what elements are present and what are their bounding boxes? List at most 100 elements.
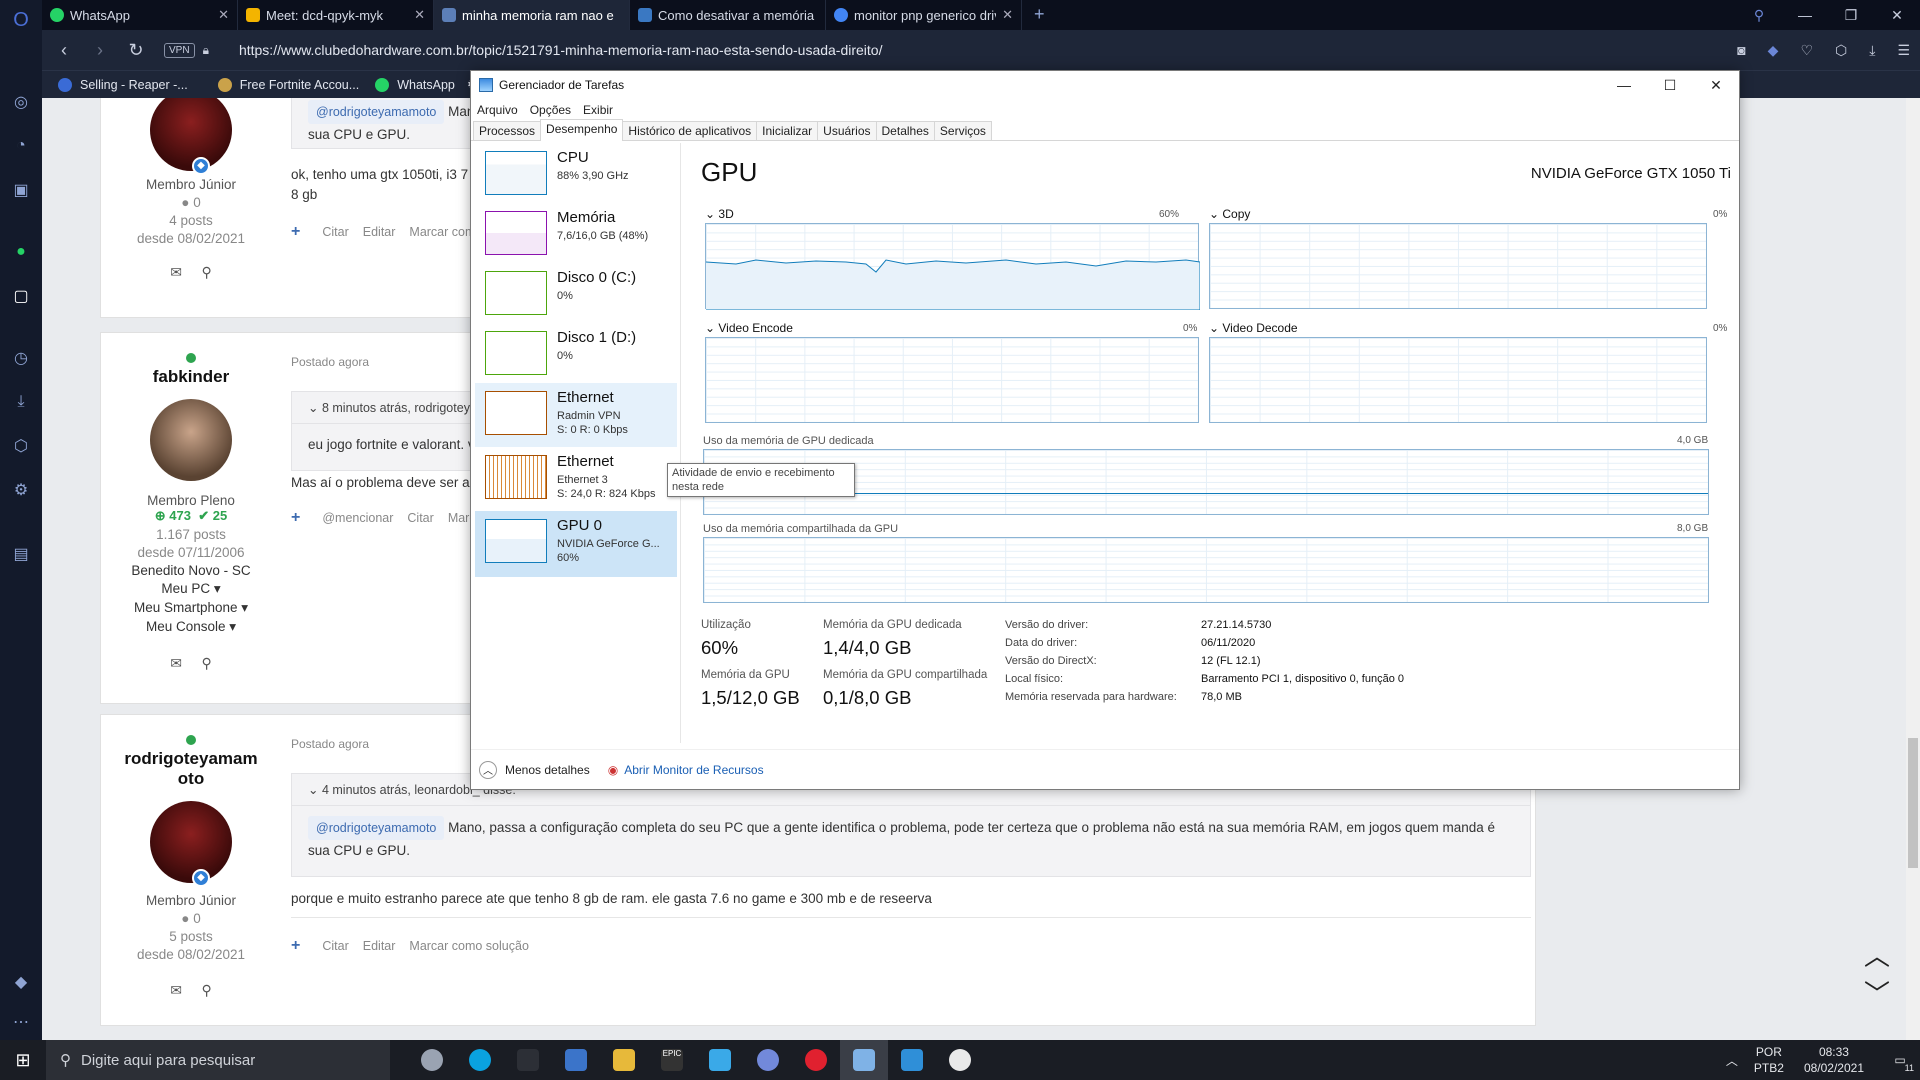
mention-button[interactable]: @mencionar xyxy=(322,511,393,525)
link-my-smartphone[interactable]: Meu Smartphone ▾ xyxy=(101,600,281,616)
close-icon[interactable]: ✕ xyxy=(1002,7,1013,23)
graph-encode-label[interactable]: ⌄ Video Encode xyxy=(705,321,793,335)
search-tabs-icon[interactable]: ⚲ xyxy=(1736,0,1782,30)
author-name[interactable]: fabkinder xyxy=(101,367,281,387)
download-icon[interactable]: ⤓ xyxy=(1869,42,1875,59)
quote-button[interactable]: Citar xyxy=(322,939,348,953)
app-icon-f[interactable] xyxy=(696,1040,744,1080)
forward-icon[interactable]: › xyxy=(86,40,114,61)
menu-view[interactable]: Exibir xyxy=(583,103,613,117)
graph-decode-label[interactable]: ⌄ Video Decode xyxy=(1209,321,1298,335)
edit-button[interactable]: Editar xyxy=(363,939,396,953)
avatar[interactable]: ◆ xyxy=(150,801,232,887)
app-icon-settings[interactable] xyxy=(888,1040,936,1080)
heart-icon[interactable]: ♡ xyxy=(1800,42,1813,59)
tab-meet[interactable]: Meet: dcd-qpyk-myk ✕ xyxy=(238,0,434,30)
history-icon[interactable]: ◷ xyxy=(9,346,33,370)
settings-icon[interactable]: ⚙ xyxy=(9,478,33,502)
maximize-icon[interactable]: ☐ xyxy=(1647,71,1693,99)
message-icon[interactable]: ✉ xyxy=(170,982,182,998)
resource-ethernet-3[interactable]: Ethernet Ethernet 3 S: 24,0 R: 824 Kbps xyxy=(475,447,677,511)
tab-users[interactable]: Usuários xyxy=(817,121,877,140)
search-icon[interactable]: ⚲ xyxy=(201,982,211,998)
scroll-up-icon[interactable]: ︿ xyxy=(1864,936,1890,973)
back-icon[interactable]: ‹ xyxy=(50,40,78,61)
discord-icon[interactable]: ▢ xyxy=(9,284,33,308)
menu-file[interactable]: Arquivo xyxy=(477,103,518,117)
link-my-pc[interactable]: Meu PC ▾ xyxy=(101,581,281,597)
whatsapp-icon[interactable]: ● xyxy=(9,240,33,264)
minimize-icon[interactable]: — xyxy=(1782,0,1828,30)
minimize-icon[interactable]: — xyxy=(1601,71,1647,99)
tab-google[interactable]: monitor pnp generico driv ✕ xyxy=(826,0,1022,30)
tab-performance[interactable]: Desempenho xyxy=(540,119,624,141)
epic-games-icon[interactable]: EPIC xyxy=(648,1040,696,1080)
edit-button[interactable]: Editar xyxy=(363,225,396,239)
extension-icon[interactable]: ▤ xyxy=(9,542,33,566)
clock[interactable]: 08:33 08/02/2021 xyxy=(1804,1044,1864,1076)
close-icon[interactable]: ✕ xyxy=(1874,0,1920,30)
tab-whatsapp[interactable]: WhatsApp ✕ xyxy=(42,0,238,30)
app-icon-2[interactable] xyxy=(456,1040,504,1080)
calculator-icon[interactable] xyxy=(552,1040,600,1080)
resource-memory[interactable]: Memória 7,6/16,0 GB (48%) xyxy=(475,203,677,263)
discord-icon[interactable] xyxy=(744,1040,792,1080)
url-field[interactable]: https://www.clubedohardware.com.br/topic… xyxy=(239,42,883,58)
message-icon[interactable]: ✉ xyxy=(170,264,182,280)
scroll-down-icon[interactable]: ﹀ xyxy=(1864,974,1890,1011)
tab-app-history[interactable]: Histórico de aplicativos xyxy=(622,121,758,140)
cube-icon[interactable]: ⬡ xyxy=(9,434,33,458)
tab-article[interactable]: Como desativar a memória xyxy=(630,0,826,30)
vpn-badge[interactable]: VPN xyxy=(164,42,195,58)
window-title-bar[interactable]: Gerenciador de Tarefas — ☐ ✕ xyxy=(471,71,1739,99)
notification-icon[interactable]: ▭ 11 xyxy=(1880,1053,1920,1073)
menu-icon[interactable]: ☰ xyxy=(1897,42,1910,59)
quote-button[interactable]: Citar xyxy=(322,225,348,239)
add-icon[interactable]: + xyxy=(291,937,300,955)
tab-services[interactable]: Serviços xyxy=(933,121,992,140)
close-icon[interactable]: ✕ xyxy=(414,7,425,23)
opera-icon[interactable] xyxy=(792,1040,840,1080)
shield-icon[interactable]: ◆ xyxy=(1768,42,1779,59)
camera-icon[interactable]: ◙ xyxy=(1737,42,1745,59)
search-icon[interactable]: ⚲ xyxy=(201,655,211,671)
chevron-up-icon[interactable]: ︿ xyxy=(1726,1052,1738,1069)
app-icon-3[interactable] xyxy=(504,1040,552,1080)
close-icon[interactable]: ✕ xyxy=(1693,71,1739,99)
quote-button[interactable]: Citar xyxy=(407,511,433,525)
graph-3d-label[interactable]: ⌄ 3D xyxy=(705,207,734,221)
file-explorer-icon[interactable] xyxy=(600,1040,648,1080)
resource-gpu0[interactable]: GPU 0 NVIDIA GeForce G... 60% xyxy=(475,511,677,577)
bookmark-item[interactable]: Free Fortnite Accou... xyxy=(217,77,359,92)
avatar[interactable]: ◆ xyxy=(150,98,232,175)
tab-forum[interactable]: minha memoria ram nao e xyxy=(434,0,630,30)
player-icon[interactable]: ◆ xyxy=(9,970,33,994)
avatar[interactable] xyxy=(150,399,232,481)
bag-icon[interactable]: ▣ xyxy=(9,178,33,202)
taskbar-search[interactable]: ⚲ Digite aqui para pesquisar xyxy=(46,1040,390,1080)
mention-link[interactable]: @rodrigoteyamamoto xyxy=(308,816,445,840)
language-indicator[interactable]: POR PTB2 xyxy=(1754,1044,1784,1076)
gamepad-icon[interactable]: ◎ xyxy=(9,90,33,114)
windows-start-icon[interactable]: ⊞ xyxy=(0,1040,46,1080)
resource-monitor-link[interactable]: Abrir Monitor de Recursos xyxy=(624,763,763,777)
more-icon[interactable]: ⋯ xyxy=(9,1010,33,1034)
resource-disk0[interactable]: Disco 0 (C:) 0% xyxy=(475,263,677,323)
box-icon[interactable]: ⬡ xyxy=(1835,42,1847,59)
search-icon[interactable]: ⚲ xyxy=(201,264,211,280)
resource-ethernet-radmin[interactable]: Ethernet Radmin VPN S: 0 R: 0 Kbps xyxy=(475,383,677,447)
close-icon[interactable]: ✕ xyxy=(218,7,229,23)
resource-disk1[interactable]: Disco 1 (D:) 0% xyxy=(475,323,677,383)
tab-details[interactable]: Detalhes xyxy=(875,121,935,140)
resource-cpu[interactable]: CPU 88% 3,90 GHz xyxy=(475,143,677,203)
fewer-details-button[interactable]: Menos detalhes xyxy=(505,763,590,777)
tab-processes[interactable]: Processos xyxy=(473,121,542,140)
app-icon-valorant[interactable] xyxy=(936,1040,984,1080)
restore-icon[interactable]: ❐ xyxy=(1828,0,1874,30)
downloads-icon[interactable]: ⤓ xyxy=(9,390,33,414)
tab-startup[interactable]: Inicializar xyxy=(756,121,819,140)
reload-icon[interactable]: ↻ xyxy=(122,40,150,61)
link-my-console[interactable]: Meu Console ▾ xyxy=(101,619,281,635)
add-icon[interactable]: + xyxy=(291,509,300,527)
bookmark-item[interactable]: WhatsApp xyxy=(375,77,455,92)
